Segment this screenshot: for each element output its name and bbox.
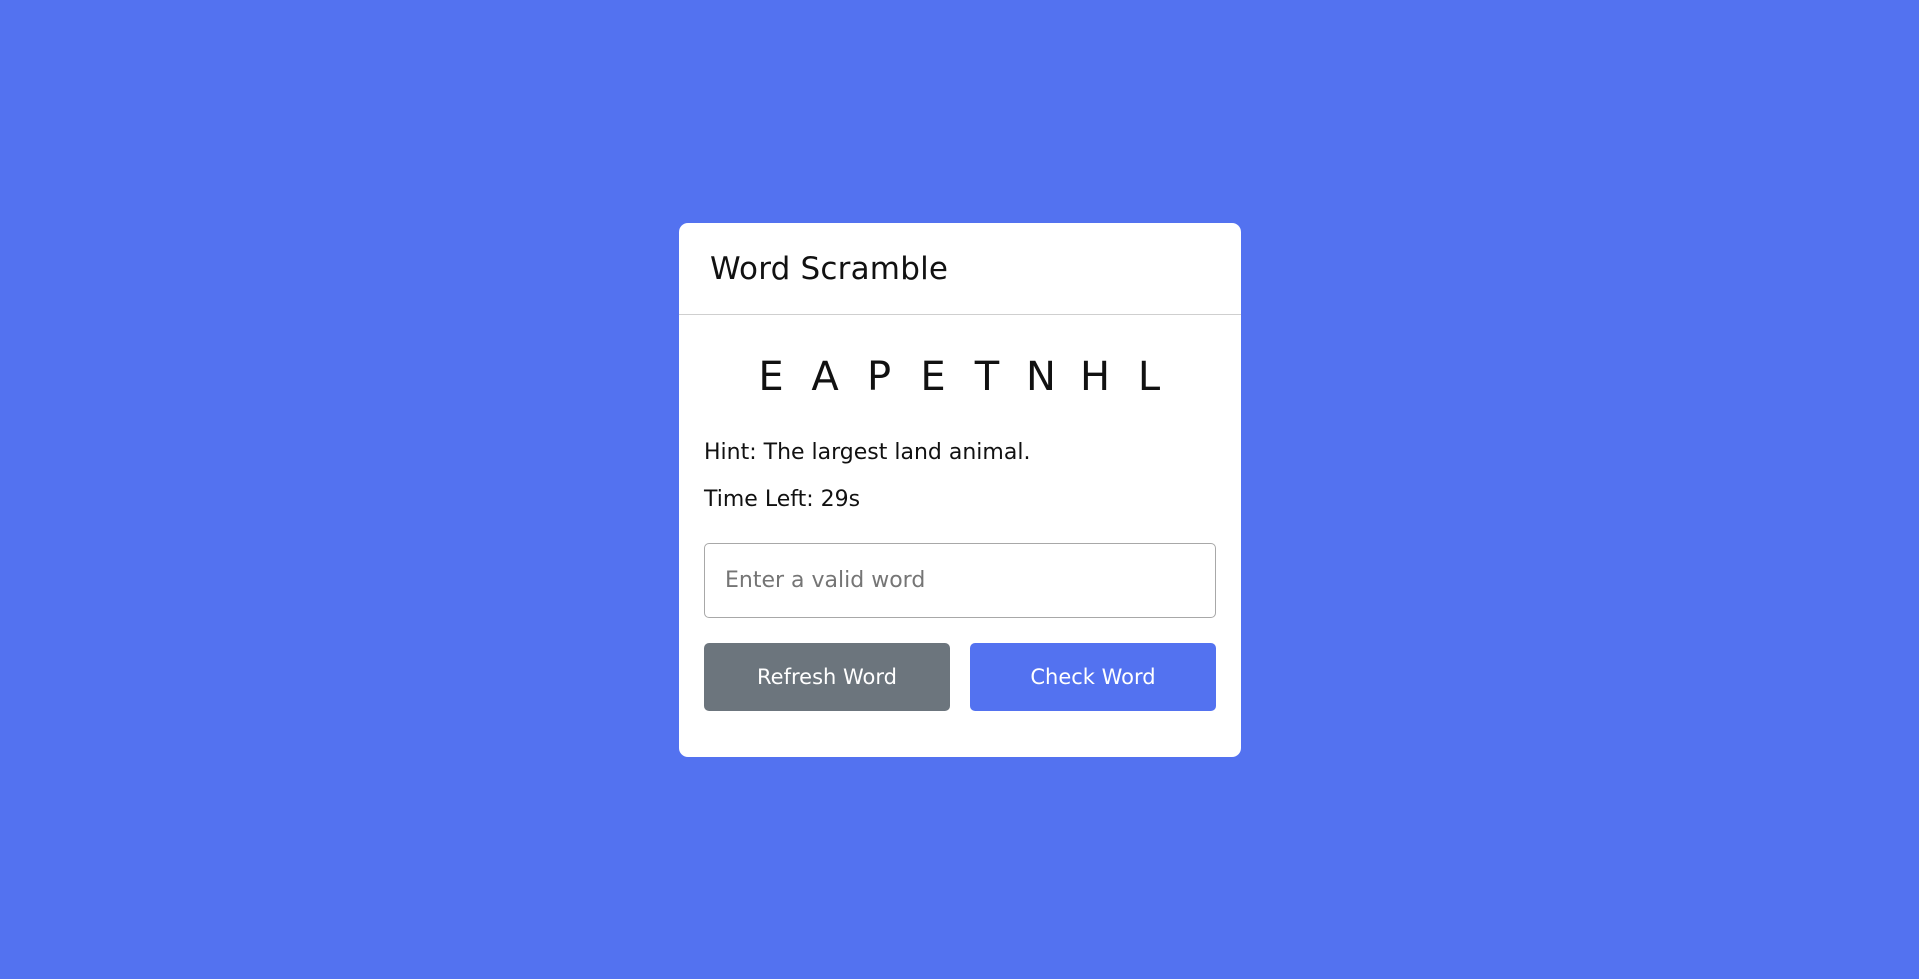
scrambled-word: E A P E T N H L [704,355,1216,399]
scrambled-letter: T [974,354,1000,400]
card-header: Word Scramble [679,223,1241,315]
hint-text: The largest land animal. [763,440,1031,465]
game-title: Word Scramble [710,250,949,287]
word-input[interactable] [704,543,1216,618]
hint-row: Hint: The largest land animal. [704,438,1216,468]
timer-row: Time Left: 29s [704,485,1216,515]
scrambled-letter: E [920,354,946,400]
refresh-word-button[interactable]: Refresh Word [704,643,950,711]
scrambled-letter: P [866,354,892,400]
check-word-button[interactable]: Check Word [970,643,1216,711]
scrambled-letter: N [1026,354,1056,400]
button-row: Refresh Word Check Word [704,643,1216,711]
scrambled-letter: L [1137,354,1161,400]
scrambled-letter: H [1079,354,1111,400]
game-card: Word Scramble E A P E T N H L Hint: The … [679,223,1241,757]
card-body: E A P E T N H L Hint: The largest land a… [679,355,1241,711]
time-value: 29 [820,487,849,512]
time-label: Time Left: [704,487,814,512]
scrambled-letter: E [758,354,784,400]
time-unit: s [848,487,861,512]
scrambled-letter: A [811,354,839,400]
hint-label: Hint: [704,440,757,465]
